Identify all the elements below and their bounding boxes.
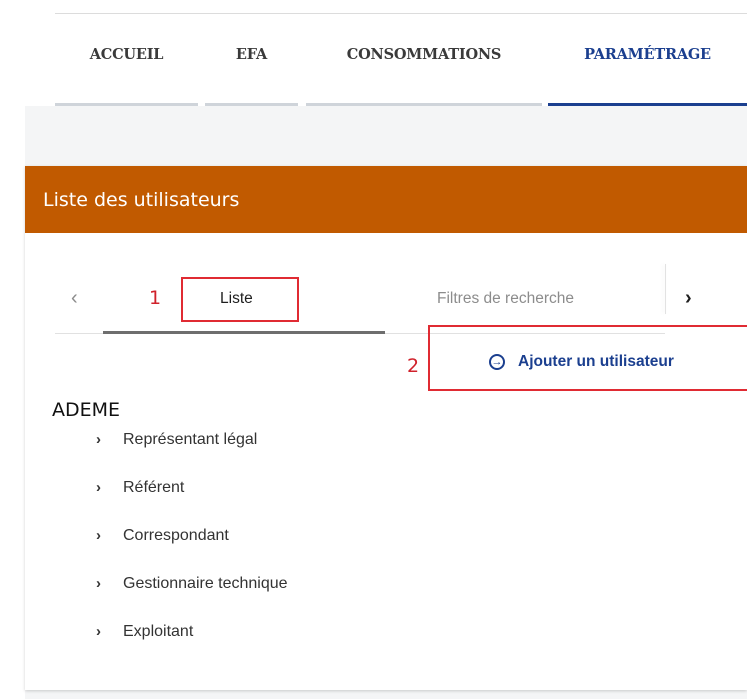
- role-item-correspondant[interactable]: › Correspondant: [96, 525, 288, 573]
- annotation-box-1: [181, 277, 299, 322]
- chevron-right-icon: ›: [96, 431, 101, 448]
- main-navigation: ACCUEIL EFA CONSOMMATIONS PARAMÉTRAGE: [0, 14, 747, 106]
- nav-tab-parametrage[interactable]: PARAMÉTRAGE: [548, 14, 747, 106]
- chevron-right-icon[interactable]: ›: [685, 288, 692, 308]
- role-list: › Représentant légal › Référent › Corres…: [96, 429, 288, 669]
- role-label: Représentant légal: [123, 431, 258, 448]
- role-label: Exploitant: [123, 623, 194, 640]
- nav-tab-label: ACCUEIL: [89, 46, 164, 63]
- tab-filtres-de-recherche[interactable]: Filtres de recherche: [437, 290, 574, 308]
- annotation-marker-1: 1: [149, 287, 162, 309]
- tab-active-indicator: [103, 331, 385, 334]
- nav-tab-efa[interactable]: EFA: [205, 14, 298, 106]
- role-label: Référent: [123, 479, 185, 496]
- chevron-right-icon: ›: [96, 623, 101, 640]
- role-item-gestionnaire-technique[interactable]: › Gestionnaire technique: [96, 573, 288, 621]
- role-label: Correspondant: [123, 527, 229, 544]
- role-item-referent[interactable]: › Référent: [96, 477, 288, 525]
- tabs-scroll-shadow: [665, 264, 666, 314]
- role-label: Gestionnaire technique: [123, 575, 288, 592]
- organization-name: ADEME: [52, 399, 121, 421]
- nav-tab-label: PARAMÉTRAGE: [584, 46, 711, 63]
- nav-tab-consommations[interactable]: CONSOMMATIONS: [306, 14, 542, 106]
- nav-tab-label: EFA: [235, 46, 268, 63]
- role-item-exploitant[interactable]: › Exploitant: [96, 621, 288, 669]
- chevron-right-icon: ›: [96, 527, 101, 544]
- chevron-left-icon[interactable]: ‹: [71, 288, 78, 308]
- role-item-representant-legal[interactable]: › Représentant légal: [96, 429, 288, 477]
- annotation-marker-2: 2: [407, 355, 420, 377]
- annotation-box-2: [428, 325, 747, 391]
- chevron-right-icon: ›: [96, 479, 101, 496]
- nav-tab-accueil[interactable]: ACCUEIL: [55, 14, 198, 106]
- chevron-right-icon: ›: [96, 575, 101, 592]
- nav-tab-label: CONSOMMATIONS: [346, 46, 502, 63]
- card-title: Liste des utilisateurs: [25, 166, 747, 233]
